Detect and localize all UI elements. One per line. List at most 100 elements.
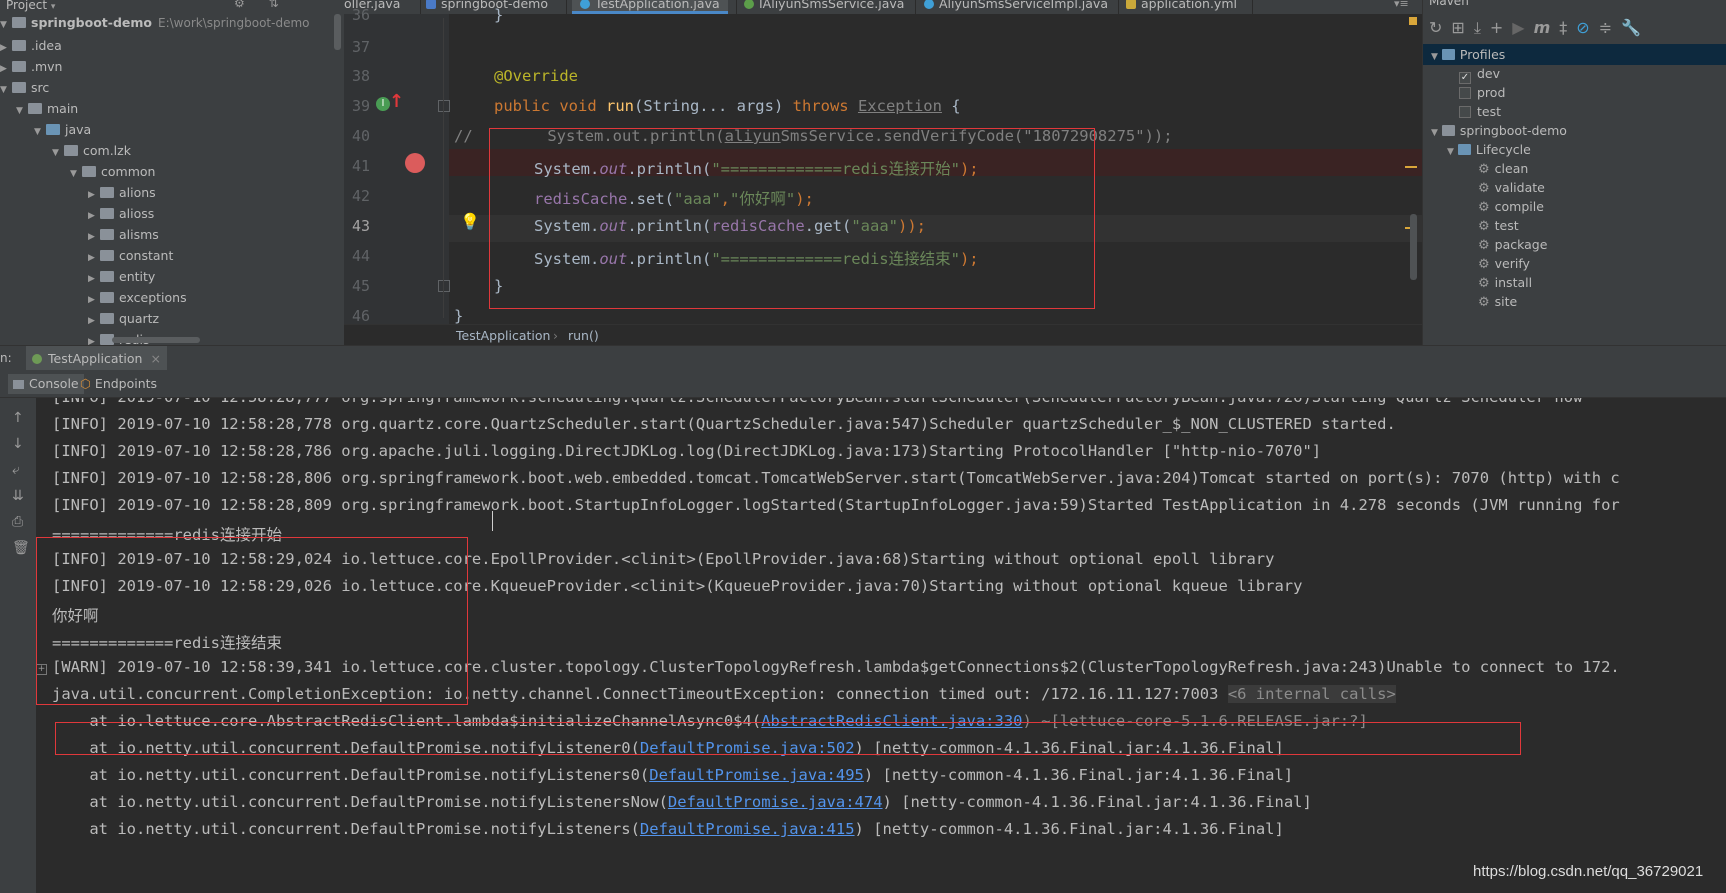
tree-item-common[interactable]: ▼ common (70, 161, 155, 182)
tree-item-label: java (65, 122, 92, 137)
lifecycle-compile[interactable]: ⚙ compile (1478, 196, 1544, 217)
tree-item-idea[interactable]: ▶ .idea (0, 35, 62, 56)
breakpoint-icon[interactable] (405, 153, 425, 173)
fold-marker-icon[interactable] (438, 280, 450, 292)
scroll-up-icon[interactable]: ↑ (12, 410, 24, 426)
tab-ialiyunsmsservice[interactable]: IAliyunSmsService.java (744, 0, 904, 14)
lifecycle-clean[interactable]: ⚙ clean (1478, 158, 1528, 179)
lifecycle-validate[interactable]: ⚙ validate (1478, 177, 1545, 198)
collapse-icon[interactable]: ≑ (1599, 18, 1621, 37)
code-line-46[interactable]: } (454, 307, 463, 325)
line-number: 43 (351, 217, 370, 235)
tree-item-exceptions[interactable]: ▶ exceptions (88, 287, 187, 308)
print-icon[interactable]: ⎙ (12, 514, 23, 530)
source-link[interactable]: DefaultPromise.java:415 (640, 820, 855, 838)
fold-marker-icon[interactable] (438, 100, 450, 112)
tree-item-label: constant (119, 248, 174, 263)
run-icon[interactable]: ▶ (1512, 18, 1533, 37)
lifecycle-verify[interactable]: ⚙ verify (1478, 253, 1530, 274)
tab-overflow-icon[interactable]: ▾≡ (1394, 0, 1409, 10)
tree-item-constant[interactable]: ▶ constant (88, 245, 173, 266)
source-link[interactable]: DefaultPromise.java:474 (668, 793, 883, 811)
tab-console[interactable]: Console (8, 374, 84, 394)
tree-item-quartz[interactable]: ▶ quartz (88, 308, 159, 329)
add-project-icon[interactable]: ⊞ (1451, 18, 1473, 37)
toggle-offline-icon[interactable]: ‡ (1559, 18, 1576, 37)
tree-root[interactable]: ▼ springboot-demo E:\work\springboot-demo (0, 12, 310, 33)
reload-icon[interactable]: ↻ (1429, 18, 1451, 37)
lifecycle-install[interactable]: ⚙ install (1478, 272, 1532, 293)
gear-icon: ⚙ (1478, 219, 1490, 234)
breadcrumb-method[interactable]: run() (568, 328, 599, 343)
tree-item-alioss[interactable]: ▶ alioss (88, 203, 154, 224)
download-icon[interactable]: ⤓ (1474, 18, 1490, 37)
tree-item-alisms[interactable]: ▶ alisms (88, 224, 159, 245)
warning-status-icon[interactable] (1409, 17, 1417, 25)
internal-calls-fold[interactable]: <6 internal calls> (1227, 685, 1396, 703)
tree-item-alions[interactable]: ▶ alions (88, 182, 156, 203)
profile-checkbox[interactable] (1459, 87, 1471, 99)
maven-lifecycle-node[interactable]: ▼ Lifecycle (1447, 139, 1531, 160)
lifecycle-package[interactable]: ⚙ package (1478, 234, 1547, 255)
maven-toolbar: ↻⊞⤓+▶m‡⊘≑🔧 (1429, 18, 1650, 38)
console-line: [INFO] 2019-07-10 12:58:28,777 org.sprin… (52, 398, 1582, 406)
close-icon[interactable]: × (150, 351, 160, 366)
comment-token: // (454, 127, 473, 145)
code-line-39[interactable]: public void run(String... args) throws E… (494, 97, 961, 115)
implements-icon[interactable]: I (376, 97, 390, 111)
tree-item-com-lzk[interactable]: ▼ com.lzk (52, 140, 131, 161)
source-link[interactable]: DefaultPromise.java:495 (649, 766, 864, 784)
keyword-token: throws (792, 97, 858, 115)
lightbulb-icon[interactable]: 💡 (460, 212, 480, 231)
project-horizontal-scrollbar[interactable] (112, 337, 200, 343)
tree-item-label: exceptions (119, 290, 187, 305)
tree-item-label: alions (119, 185, 156, 200)
lifecycle-site[interactable]: ⚙ site (1478, 291, 1517, 312)
tree-item-mvn[interactable]: ▶ .mvn (0, 56, 62, 77)
error-stripe-mark[interactable] (1405, 166, 1417, 168)
tree-item-entity[interactable]: ▶ entity (88, 266, 155, 287)
code-token: (String... args) (633, 97, 793, 115)
profile-dev[interactable]: ✓ dev (1459, 63, 1500, 84)
scroll-to-end-icon[interactable]: ⇊ (12, 488, 24, 504)
breadcrumb-class[interactable]: TestApplication (456, 328, 550, 343)
tab-testapplication[interactable]: TestApplication.java (572, 0, 728, 14)
project-panel-title[interactable]: Project (6, 0, 47, 12)
run-config-tab[interactable]: TestApplication × (26, 346, 167, 371)
tree-item-java[interactable]: ▼ java (34, 119, 91, 140)
profile-test[interactable]: test (1459, 101, 1501, 122)
scroll-down-icon[interactable]: ↓ (12, 436, 24, 452)
tab-divider (566, 0, 567, 14)
code-line-38[interactable]: @Override (494, 67, 578, 85)
lifecycle-goal-label: package (1494, 237, 1548, 252)
execute-goal-icon[interactable]: m (1534, 18, 1560, 37)
maven-profiles-node[interactable]: ▼ Profiles (1431, 44, 1505, 65)
settings-wrench-icon[interactable]: 🔧 (1621, 18, 1650, 37)
package-icon (100, 229, 114, 240)
add-icon[interactable]: + (1490, 18, 1512, 37)
editor-vertical-scrollbar[interactable] (1410, 214, 1417, 280)
line-number: 41 (351, 157, 370, 175)
lifecycle-test[interactable]: ⚙ test (1478, 215, 1519, 236)
skip-tests-icon[interactable]: ⊘ (1576, 18, 1598, 37)
clear-all-icon[interactable]: 🗑 (12, 540, 30, 556)
tab-springboot-demo[interactable]: springboot-demo (426, 0, 548, 14)
spring-boot-icon (32, 354, 42, 364)
tab-aliyunsmsserviceimpl[interactable]: AliyunSmsServiceImpl.java (924, 0, 1108, 14)
tree-item-src[interactable]: ▼ src (0, 77, 49, 98)
profile-prod[interactable]: prod (1459, 82, 1505, 103)
project-vertical-scrollbar[interactable] (334, 14, 341, 50)
tab-divider (736, 0, 737, 14)
project-panel-tools[interactable]: ⚙︎ ⇅ (234, 0, 289, 9)
soft-wrap-icon[interactable]: ⤶ (12, 462, 20, 478)
tree-item-main[interactable]: ▼ main (16, 98, 78, 119)
line-number: 45 (351, 277, 370, 295)
tab-application-yml[interactable]: application.yml (1126, 0, 1237, 14)
tab-label: AliyunSmsServiceImpl.java (939, 0, 1108, 11)
tab-endpoints[interactable]: ⬡ Endpoints (75, 374, 162, 394)
profile-checkbox[interactable] (1459, 106, 1471, 118)
maven-project-node[interactable]: ▼ springboot-demo (1431, 120, 1567, 141)
override-arrow-icon[interactable]: ↑ (389, 91, 404, 112)
code-line-36[interactable]: } (494, 6, 503, 24)
lifecycle-label: Lifecycle (1475, 142, 1531, 157)
